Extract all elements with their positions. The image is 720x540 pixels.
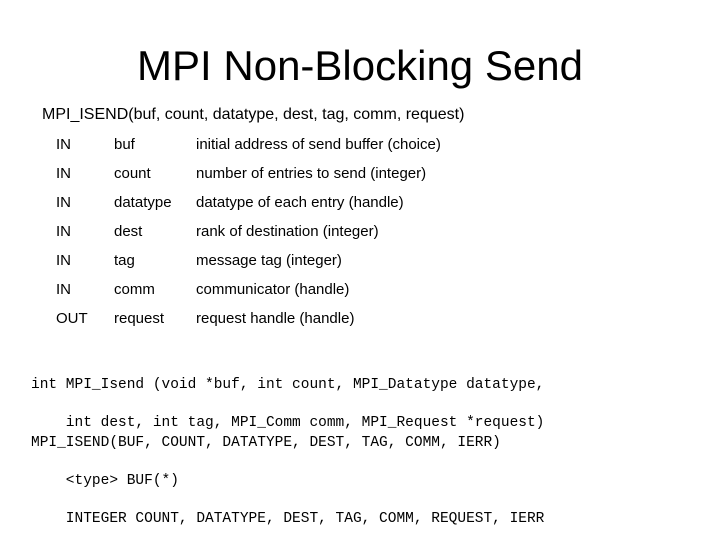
parameter-name: datatype — [114, 194, 172, 211]
parameter-dir: OUT — [56, 310, 88, 327]
parameter-desc: communicator (handle) — [196, 281, 350, 298]
slide: MPI Non-Blocking Send MPI_ISEND(buf, cou… — [0, 0, 720, 540]
parameter-desc: initial address of send buffer (choice) — [196, 136, 441, 153]
parameter-dir: IN — [56, 165, 71, 182]
parameter-name: count — [114, 165, 151, 182]
code-line: <type> BUF(*) — [31, 473, 179, 489]
parameter-name: request — [114, 310, 165, 327]
function-signature: MPI_ISEND(buf, count, datatype, dest, ta… — [42, 106, 465, 123]
parameter-desc: datatype of each entry (handle) — [196, 194, 404, 211]
code-line: MPI_ISEND(BUF, COUNT, DATATYPE, DEST, TA… — [31, 435, 501, 451]
code-line: int MPI_Isend (void *buf, int count, MPI… — [31, 377, 545, 393]
parameter-name: buf — [114, 136, 135, 153]
parameter-dir: IN — [56, 223, 71, 240]
parameter-desc: request handle (handle) — [196, 310, 355, 327]
parameter-desc: rank of destination (integer) — [196, 223, 379, 240]
parameter-name: dest — [114, 223, 143, 240]
parameter-dir: IN — [56, 281, 71, 298]
code-line: INTEGER COUNT, DATATYPE, DEST, TAG, COMM… — [31, 511, 545, 527]
parameter-desc: message tag (integer) — [196, 252, 342, 269]
parameter-dir: IN — [56, 252, 71, 269]
parameter-name: tag — [114, 252, 135, 269]
parameter-name: comm — [114, 281, 155, 298]
parameter-desc: number of entries to send (integer) — [196, 165, 427, 182]
parameter-dir: IN — [56, 194, 71, 211]
fortran-binding: MPI_ISEND(BUF, COUNT, DATATYPE, DEST, TA… — [31, 415, 544, 540]
parameter-dir: IN — [56, 136, 71, 153]
slide-title: MPI Non-Blocking Send — [137, 42, 583, 89]
